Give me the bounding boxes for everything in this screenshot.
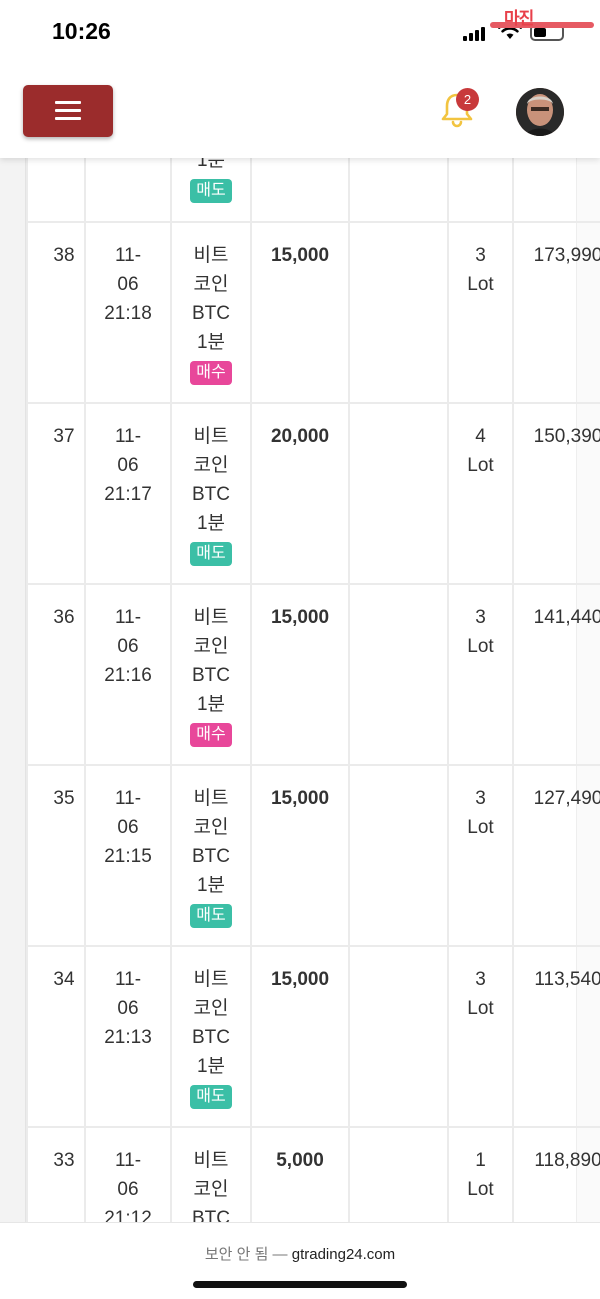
trade-balance: 141,440 [512,583,600,766]
trade-empty-cell [348,221,449,404]
trade-empty-cell [348,402,449,585]
trade-quantity: 3 Lot [447,945,514,1128]
trade-empty-cell [348,945,449,1128]
trade-balance: 113,540 [512,945,600,1128]
side-badge: 매도 [190,179,232,203]
trade-item: 비트 코인 BTC 1분 매도 [170,945,252,1128]
url-text[interactable]: 보안 안 됨 — gtrading24.com [0,1243,600,1264]
trade-amount: 15,000 [250,764,350,947]
trade-empty-cell [348,583,449,766]
side-badge: 매수 [190,361,232,385]
avatar-image [516,88,564,136]
table-row: 37 11- 06 21:17 비트 코인 BTC 1분 매도 20,000 4 Lot 150,390 [26,402,600,585]
trade-datetime: 11- 06 21:15 [84,764,172,947]
side-badge: 매수 [190,723,232,747]
url-domain: gtrading24.com [291,1246,396,1263]
side-badge: 매도 [190,1085,232,1109]
trade-empty-cell [348,764,449,947]
insecure-label: 보안 안 됨 — [204,1246,288,1263]
trade-history-table: 1분 매도 38 11- 06 21:18 비트 코인 BTC 1분 매수 15,000 3 Lot 1… [26,40,600,1299]
avatar[interactable] [516,88,564,136]
trade-no: 34 [26,945,86,1128]
trade-no: 38 [26,221,86,404]
trade-quantity: 3 Lot [447,221,514,404]
trade-balance: 150,390 [512,402,600,585]
app-header [0,66,600,158]
table-row: 35 11- 06 21:15 비트 코인 BTC 1분 매도 15,000 3 Lot 127,490 [26,764,600,947]
home-indicator[interactable] [193,1281,407,1288]
menu-button[interactable] [23,85,113,137]
side-badge: 매도 [190,904,232,928]
trade-item: 비트 코인 BTC 1분 매수 [170,583,252,766]
left-gutter [0,0,26,1299]
trade-quantity: 3 Lot [447,583,514,766]
trade-item: 비트 코인 BTC 1분 매수 [170,221,252,404]
trade-no: 37 [26,402,86,585]
cellular-signal-icon [463,26,485,41]
trade-amount: 15,000 [250,221,350,404]
trade-amount: 15,000 [250,945,350,1128]
trade-item: 비트 코인 BTC 1분 매도 [170,402,252,585]
status-bar: 10:26 마진 [0,0,600,66]
trade-quantity: 3 Lot [447,764,514,947]
trade-datetime: 11- 06 21:17 [84,402,172,585]
trade-balance: 127,490 [512,764,600,947]
trade-amount: 15,000 [250,583,350,766]
side-badge: 매도 [190,542,232,566]
trade-item: 비트 코인 BTC 1분 매도 [170,764,252,947]
trade-datetime: 11- 06 21:13 [84,945,172,1128]
trade-datetime: 11- 06 21:18 [84,221,172,404]
hamburger-icon [55,101,81,104]
notification-badge: 2 [456,88,479,111]
trade-no: 35 [26,764,86,947]
status-clock: 10:26 [52,18,111,44]
trade-no: 36 [26,583,86,766]
table-row: 34 11- 06 21:13 비트 코인 BTC 1분 매도 15,000 3 Lot 113,540 [26,945,600,1128]
trade-balance: 173,990 [512,221,600,404]
trade-quantity: 4 Lot [447,402,514,585]
browser-url-bar[interactable]: 보안 안 됨 — gtrading24.com [0,1222,600,1299]
trade-history-table-area: 1분 매도 38 11- 06 21:18 비트 코인 BTC 1분 매수 15,000 3 Lot 1… [0,0,600,1299]
table-row: 36 11- 06 21:16 비트 코인 BTC 1분 매수 15,000 3 Lot 141,440 [26,583,600,766]
table-row: 38 11- 06 21:18 비트 코인 BTC 1분 매수 15,000 3 Lot 173,990 [26,221,600,404]
watermark-logo: 마진 [484,4,596,34]
trade-amount: 20,000 [250,402,350,585]
trade-datetime: 11- 06 21:16 [84,583,172,766]
